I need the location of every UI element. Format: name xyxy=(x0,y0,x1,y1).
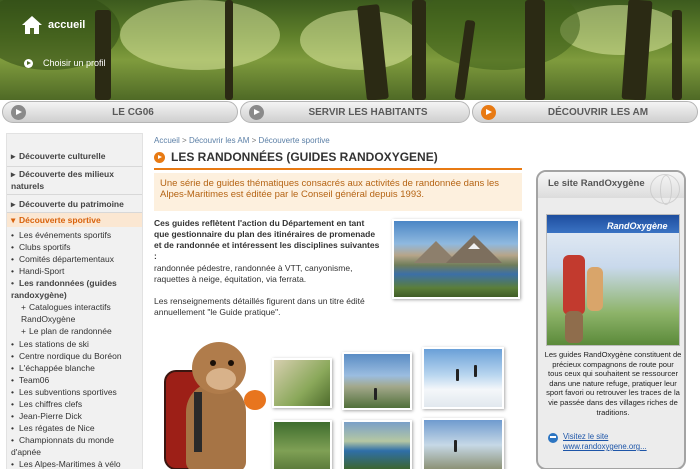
arrow-right-icon xyxy=(249,105,264,120)
arrow-right-icon xyxy=(24,58,33,68)
sidebar-item-decouverte-sportive[interactable]: ▾ Découverte sportive xyxy=(11,214,101,226)
visit-site-url: www.randoxygene.org... xyxy=(563,442,647,451)
photo-thumbnail xyxy=(342,420,412,469)
sidebar-item-apnee[interactable]: • Championnats du monde d'apnée xyxy=(11,434,131,458)
lake-photo xyxy=(392,219,520,299)
sidebar-item-boreon[interactable]: • Centre nordique du Boréon xyxy=(11,350,122,362)
sidebar-item-catalogues[interactable]: + Catalogues interactifs RandOxygène xyxy=(21,301,133,325)
sidebar-item-randonnees[interactable]: • Les randonnées (guides randoxygène) xyxy=(11,277,139,301)
arrow-right-icon xyxy=(154,151,165,163)
visit-site-label: Visitez le site xyxy=(563,432,609,441)
sidebar-item-evenements-sportifs[interactable]: • Les événements sportifs xyxy=(11,229,111,241)
sidebar-item-regates-nice[interactable]: • Les régates de Nice xyxy=(11,422,95,434)
arrow-right-icon xyxy=(11,105,26,120)
sidebar-item-chiffres-clefs[interactable]: • Les chiffres clefs xyxy=(11,398,82,410)
globe-icon xyxy=(650,174,680,205)
randoxygene-site-preview[interactable]: RandOxygène xyxy=(546,214,680,346)
sidebar: ▸ Découverte culturelle ▸ Découverte des m… xyxy=(6,133,143,469)
sidebar-item-velo[interactable]: • Les Alpes-Maritimes à vélo xyxy=(11,458,121,469)
choose-profile-label: Choisir un profil xyxy=(43,58,106,68)
sidebar-item-clubs-sportifs[interactable]: • Clubs sportifs xyxy=(11,241,71,253)
breadcrumb: Accueil > Découvrir les AM > Découverte … xyxy=(154,136,330,145)
body-info-text: Les renseignements détaillés figurent da… xyxy=(154,296,365,317)
link-icon xyxy=(548,433,558,443)
home-link[interactable]: accueil xyxy=(22,16,85,34)
randoxygene-logo: RandOxygène xyxy=(607,221,668,231)
intro-text: Une série de guides thématiques consacré… xyxy=(154,173,522,211)
breadcrumb-sportive[interactable]: Découverte sportive xyxy=(259,136,330,145)
breadcrumb-separator: > xyxy=(251,136,257,145)
home-icon xyxy=(22,16,42,34)
choose-profile-link[interactable]: Choisir un profil xyxy=(24,58,106,68)
randoxygene-description: Les guides RandOxygène constituent de pr… xyxy=(544,350,682,417)
photo-thumbnail xyxy=(422,418,504,469)
breadcrumb-decouvrir[interactable]: Découvrir les AM xyxy=(189,136,249,145)
tab-label: SERVIR LES HABITANTS xyxy=(308,106,428,118)
photo-thumbnail xyxy=(272,420,332,469)
photo-thumbnail xyxy=(342,352,412,410)
sidebar-item-plan-randonnee[interactable]: + Le plan de randonnée xyxy=(21,325,112,337)
sidebar-item-patrimoine[interactable]: ▸ Découverte du patrimoine xyxy=(11,198,124,210)
sidebar-item-handi-sport[interactable]: • Handi-Sport xyxy=(11,265,64,277)
sidebar-item-decouverte-culturelle[interactable]: ▸ Découverte culturelle xyxy=(11,150,105,162)
sidebar-item-stations-ski[interactable]: • Les stations de ski xyxy=(11,338,89,350)
sidebar-item-milieux-naturels[interactable]: ▸ Découverte des milieux naturels xyxy=(11,168,137,192)
photo-thumbnail xyxy=(272,358,332,408)
randoxygene-box-title: Le site RandOxygène xyxy=(548,178,645,189)
randoxygene-box-header: Le site RandOxygène xyxy=(538,172,684,205)
header-banner: accueil Choisir un profil xyxy=(0,0,700,100)
body-bold-text: Ces guides reflètent l'action du Départe… xyxy=(154,218,380,261)
sidebar-item-jean-pierre-dick[interactable]: • Jean-Pierre Dick xyxy=(11,410,82,422)
tab-decouvrir-les-am[interactable]: DÉCOUVRIR LES AM xyxy=(472,101,698,123)
breadcrumb-separator: > xyxy=(182,136,187,145)
breadcrumb-home[interactable]: Accueil xyxy=(154,136,180,145)
page-title: LES RANDONNÉES (GUIDES RANDOXYGENE) xyxy=(171,150,438,164)
photo-thumbnail xyxy=(422,347,504,409)
body-list-text: randonnée pédestre, randonnée à VTT, can… xyxy=(154,263,353,284)
sidebar-item-team06[interactable]: • Team06 xyxy=(11,374,49,386)
arrow-right-icon xyxy=(481,105,496,120)
title-divider xyxy=(154,168,522,170)
sidebar-item-echappee-blanche[interactable]: • L'échappée blanche xyxy=(11,362,95,374)
tab-servir-les-habitants[interactable]: SERVIR LES HABITANTS xyxy=(240,101,470,123)
home-label: accueil xyxy=(48,19,86,31)
tab-label: DÉCOUVRIR LES AM xyxy=(547,106,649,118)
tab-le-cg06[interactable]: LE CG06 xyxy=(2,101,238,123)
visit-site-link[interactable]: Visitez le site www.randoxygene.org... xyxy=(548,432,647,452)
sidebar-item-subventions[interactable]: • Les subventions sportives xyxy=(11,386,117,398)
sidebar-item-comites[interactable]: • Comités départementaux xyxy=(11,253,114,265)
tab-label: LE CG06 xyxy=(112,106,154,118)
page-title-row: LES RANDONNÉES (GUIDES RANDOXYGENE) xyxy=(154,150,438,164)
randoxygene-box: Le site RandOxygène RandOxygène Les guid… xyxy=(536,170,686,469)
